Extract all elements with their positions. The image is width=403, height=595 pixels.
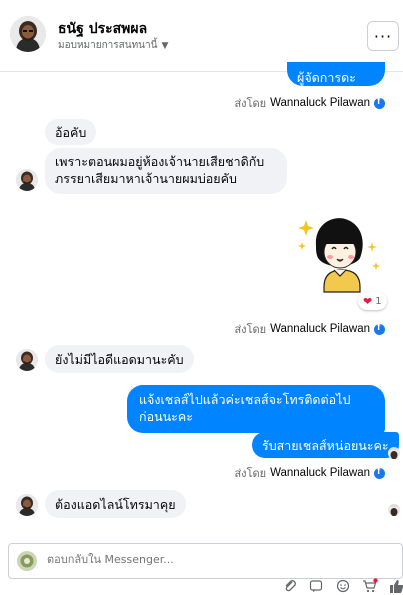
- more-options-label: ···: [373, 26, 393, 46]
- message-bubble-outgoing[interactable]: รับสายเชลส์หน่อยนะคะ: [252, 432, 399, 458]
- customer-avatar: [16, 494, 38, 516]
- facebook-badge-icon: [374, 466, 385, 479]
- more-options-button[interactable]: ···: [367, 21, 399, 51]
- assign-conversation-dropdown[interactable]: มอบหมายการสนทนานี้ ▼: [58, 38, 168, 53]
- sent-by-label: ส่งโดย Wannaluck Pilawan: [234, 464, 385, 482]
- message-bubble-outgoing[interactable]: ผู้จัดการดะลูกค้า: [287, 62, 385, 102]
- message-text: รับสายเชลส์หน่อยนะคะ: [262, 438, 389, 453]
- attach-icon[interactable]: [282, 578, 298, 594]
- composer-toolbar: [0, 578, 403, 595]
- message-text: เพราะตอนผมอยู่ห้องเจ้านายเสียชาดิกับภรรย…: [55, 154, 265, 186]
- sent-by-label: ส่งโดย Wannaluck Pilawan: [234, 320, 385, 338]
- page-avatar: [17, 551, 37, 571]
- message-thread[interactable]: ผู้จัดการดะลูกค้า ส่งโดย Wannaluck Pilaw…: [0, 62, 403, 540]
- reaction-count: 1: [375, 295, 382, 307]
- message-bubble-incoming[interactable]: อ้อคับ: [45, 119, 97, 145]
- facebook-badge-icon: [374, 322, 385, 335]
- gif-icon[interactable]: [308, 578, 324, 594]
- reply-composer[interactable]: [8, 543, 403, 579]
- message-text: แจ้งเชลส์ไปแล้วค่ะเชลส์จะโทรติดต่อไปก่อน…: [139, 392, 351, 424]
- message-bubble-incoming[interactable]: เพราะตอนผมอยู่ห้องเจ้านายเสียชาดิกับภรรย…: [45, 148, 287, 194]
- excited-girl-sticker[interactable]: [296, 212, 386, 302]
- caret-down-icon: ▼: [161, 40, 169, 51]
- message-bubble-incoming[interactable]: ต้องแอดไลน์โทรมาคุย: [45, 490, 186, 518]
- message-bubble-outgoing[interactable]: แจ้งเชลส์ไปแล้วค่ะเชลส์จะโทรติดต่อไปก่อน…: [127, 385, 385, 433]
- message-text: ยังไม่มีไอดีแอดมานะคับ: [55, 352, 184, 367]
- sent-by-label: ส่งโดย Wannaluck Pilawan: [234, 94, 385, 112]
- message-reaction[interactable]: ❤ 1: [358, 292, 387, 310]
- like-icon[interactable]: [388, 578, 403, 594]
- message-text: ต้องแอดไลน์โทรมาคุย: [55, 497, 176, 512]
- sent-by-prefix: ส่งโดย: [234, 323, 267, 336]
- contact-name[interactable]: ธนัฐ ประสพผล: [58, 18, 147, 40]
- seen-indicator-avatar: [388, 447, 400, 459]
- sender-name: Wannaluck Pilawan: [270, 97, 370, 109]
- seen-indicator-avatar: [388, 504, 400, 516]
- customer-avatar: [16, 169, 38, 191]
- emoji-icon[interactable]: [335, 578, 351, 594]
- sender-name: Wannaluck Pilawan: [270, 467, 370, 479]
- cart-icon[interactable]: [362, 578, 378, 594]
- sent-by-prefix: ส่งโดย: [234, 467, 267, 480]
- sent-by-prefix: ส่งโดย: [234, 97, 267, 110]
- reply-input[interactable]: [47, 553, 347, 566]
- contact-avatar[interactable]: [10, 16, 46, 52]
- message-bubble-incoming[interactable]: ยังไม่มีไอดีแอดมานะคับ: [45, 345, 194, 373]
- message-text: อ้อคับ: [55, 125, 87, 140]
- assign-conversation-label: มอบหมายการสนทนานี้: [58, 40, 158, 51]
- sender-name: Wannaluck Pilawan: [270, 323, 370, 335]
- heart-reaction-icon: ❤: [363, 294, 373, 308]
- facebook-badge-icon: [374, 96, 385, 109]
- customer-avatar: [16, 349, 38, 371]
